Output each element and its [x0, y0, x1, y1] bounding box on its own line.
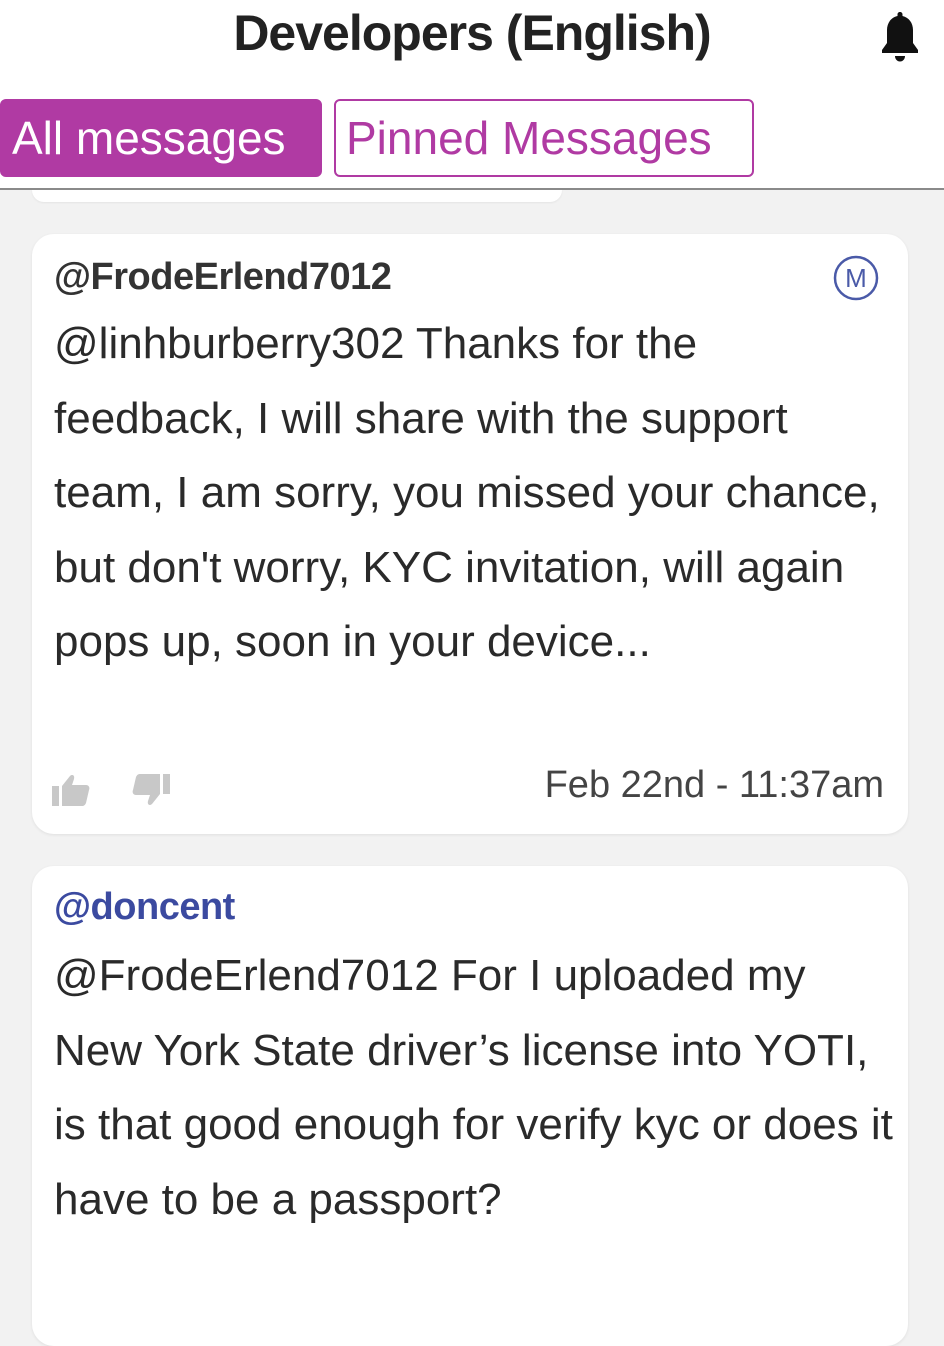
thumbs-up-icon[interactable]: [50, 772, 94, 808]
thumbs-down-icon[interactable]: [128, 772, 172, 808]
top-bar: Developers (English) All messages Pinned…: [0, 0, 944, 190]
message-card: @FrodeErlend7012 M @linhburberry302 Than…: [32, 234, 908, 834]
message-text: @linhburberry302 Thanks for the feedback…: [54, 319, 880, 666]
message-card: @doncent @FrodeErlend7012 For I uploaded…: [32, 866, 908, 1346]
message-timestamp: Feb 22nd - 11:37am: [544, 764, 884, 806]
message-author[interactable]: @doncent: [54, 886, 235, 929]
moderator-badge-label: M: [845, 263, 867, 293]
moderator-badge-icon: M: [833, 255, 879, 301]
message-text: @FrodeErlend7012 For I uploaded my New Y…: [54, 951, 893, 1224]
message-author[interactable]: @FrodeErlend7012: [54, 256, 392, 299]
tab-pinned-messages[interactable]: Pinned Messages: [334, 99, 754, 177]
bell-icon[interactable]: [876, 6, 924, 66]
channel-title: Developers (English): [233, 5, 711, 61]
tab-all-messages[interactable]: All messages: [0, 99, 322, 177]
previous-message-card-edge: [32, 190, 562, 202]
